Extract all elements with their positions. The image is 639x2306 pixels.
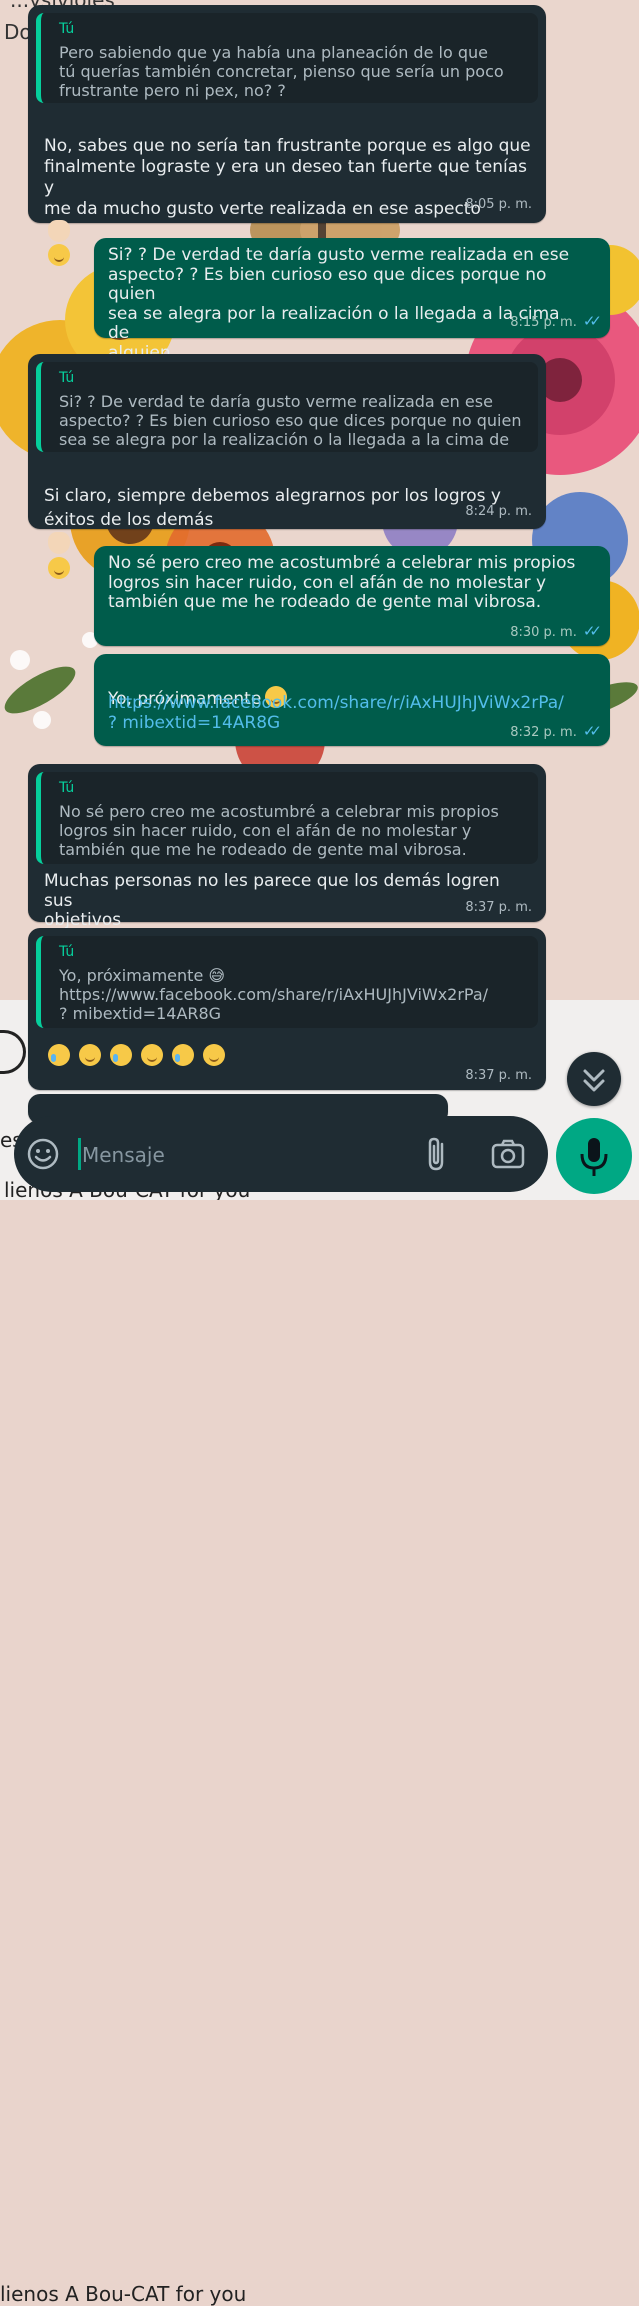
message-link[interactable]: https://www.facebook.com/share/r/iAxHUJh… [108,693,578,733]
message-list[interactable]: Tú Pero sabiendo que ya había una planea… [0,0,639,1200]
ok-hand-emoji [48,220,70,242]
quoted-text: Si? ? De verdad te daría gusto verme rea… [59,392,522,452]
message-outgoing[interactable]: No sé pero creo me acostumbré a celebrar… [94,546,610,646]
quoted-message[interactable]: Tú Pero sabiendo que ya había una planea… [36,13,538,103]
camera-icon[interactable] [490,1138,526,1170]
message-time: 8:37 p. m. [465,1068,532,1083]
message-body: Si claro, siempre debemos alegrarnos por… [44,486,501,530]
quoted-author: Tú [59,780,75,796]
message-text: Si? ? De verdad te daría gusto verme rea… [108,245,570,363]
double-chevron-down-icon [583,1069,605,1092]
quoted-message[interactable]: Tú Yo, próximamente 😅 https://www.facebo… [36,936,538,1028]
read-ticks-icon: ✓✓ [582,722,602,740]
scroll-to-bottom-button[interactable] [567,1052,621,1106]
quoted-author: Tú [59,21,75,37]
message-composer[interactable] [14,1116,548,1192]
message-incoming[interactable]: Tú No sé pero creo me acostumbré a celeb… [28,764,546,930]
message-time-label: 8:32 p. m. [510,725,577,740]
paperclip-icon[interactable] [422,1136,450,1172]
message-outgoing[interactable]: Si? ? De verdad te daría gusto verme rea… [94,238,610,362]
quoted-author: Tú [59,944,75,960]
quoted-author: Tú [59,370,75,386]
message-input[interactable] [80,1134,404,1176]
message-time: 8:15 p. m. ✓✓ [510,312,602,330]
message-time: 8:30 p. m. ✓✓ [510,622,602,640]
message-incoming[interactable]: Tú Yo, próximamente 😅 https://www.facebo… [28,928,546,1090]
crying-laughing-emoji [110,1044,133,1066]
message-time-label: 8:30 p. m. [510,625,577,640]
message-time: 8:37 p. m. [465,900,532,915]
microphone-icon [580,1138,608,1176]
emoji-row [44,1044,226,1066]
emoji-icon[interactable] [26,1137,60,1171]
message-time: 8:05 p. m. [465,197,532,212]
voice-message-button[interactable] [556,1118,632,1194]
message-incoming[interactable]: Tú Si? ? De verdad te daría gusto verme … [28,354,546,579]
message-body: No, sabes que no sería tan frustrante po… [44,136,531,219]
message-outgoing[interactable]: Yo, próximamente https://www.facebook.co… [94,654,610,746]
message-incoming[interactable]: Tú Pero sabiendo que ya había una planea… [28,5,546,266]
ok-hand-emoji [48,532,70,554]
joy-emoji [79,1044,102,1066]
message-text: Muchas personas no les parece que los de… [44,871,500,930]
quoted-message[interactable]: Tú Si? ? De verdad te daría gusto verme … [36,362,538,452]
quoted-message[interactable]: Tú No sé pero creo me acostumbré a celeb… [36,772,538,864]
smile-emoji [48,557,70,579]
message-time: 8:32 p. m. ✓✓ [510,722,602,740]
quoted-text: Pero sabiendo que ya había una planeació… [59,43,504,100]
read-ticks-icon: ✓✓ [582,312,602,330]
crying-laughing-emoji [172,1044,195,1066]
read-ticks-icon: ✓✓ [582,622,602,640]
smirk-emoji [48,244,70,266]
message-time: 8:24 p. m. [465,504,532,519]
message-time-label: 8:15 p. m. [510,315,577,330]
quoted-text: No sé pero creo me acostumbré a celebrar… [59,802,499,859]
quoted-text: Yo, próximamente 😅 https://www.facebook.… [59,966,489,1023]
avatar-fragment [0,1030,26,1074]
background-text-caption: lienos A Bou-CAT for you [0,2282,247,2306]
joy-emoji [141,1044,164,1066]
joy-emoji [203,1044,226,1066]
crying-laughing-emoji [48,1044,70,1066]
message-text: No sé pero creo me acostumbré a celebrar… [108,553,576,612]
